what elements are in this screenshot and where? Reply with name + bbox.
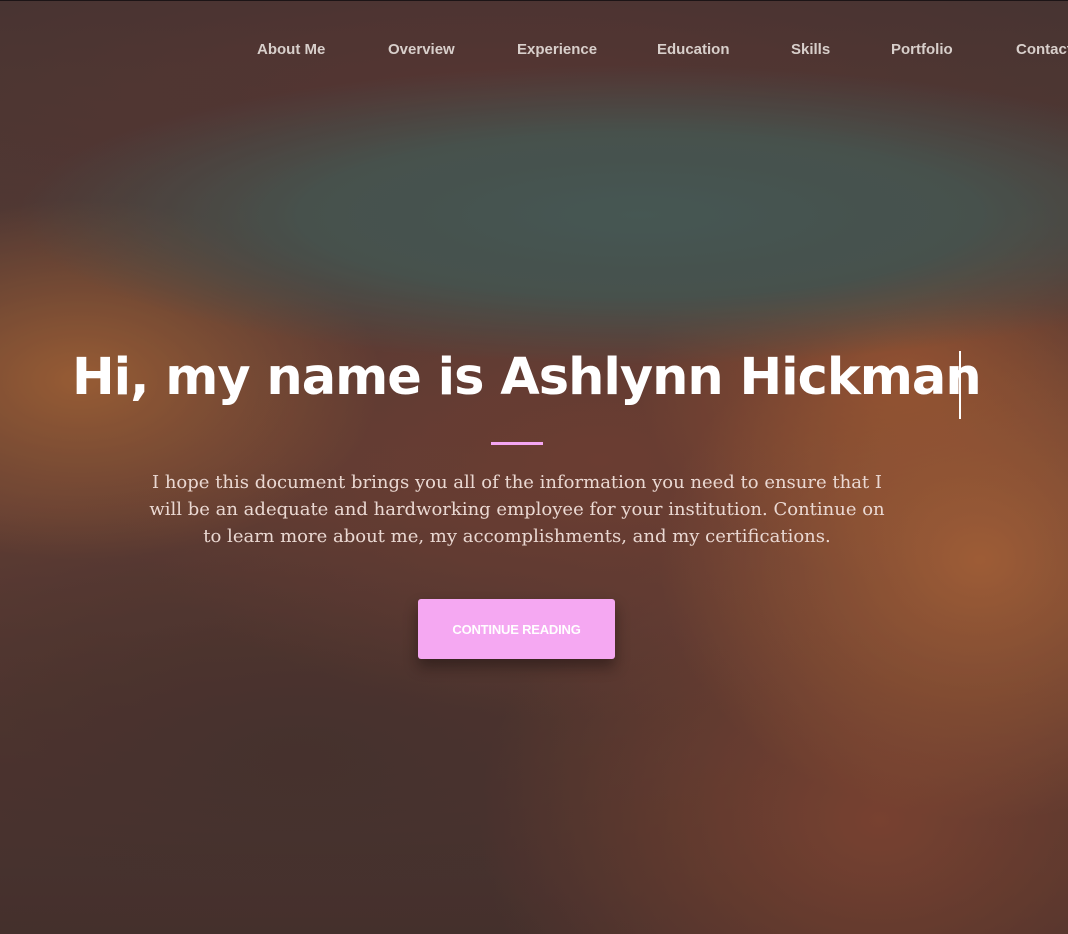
hero-intro-text: I hope this document brings you all of t… — [149, 472, 885, 547]
hero-headline: Hi, my name is Ashlynn Hickman — [72, 348, 982, 407]
nav-item-contact[interactable]: Contact — [1016, 41, 1068, 58]
top-border — [0, 0, 1068, 1]
continue-reading-button[interactable]: CONTINUE READING — [418, 599, 615, 659]
accent-divider — [491, 442, 543, 445]
typing-cursor — [959, 351, 961, 419]
nav-item-overview[interactable]: Overview — [388, 41, 455, 58]
nav-item-education[interactable]: Education — [657, 41, 730, 58]
hero-section: About Me Overview Experience Education S… — [0, 0, 1068, 934]
nav-item-portfolio[interactable]: Portfolio — [891, 41, 953, 58]
nav-item-about-me[interactable]: About Me — [257, 41, 325, 58]
main-nav: About Me Overview Experience Education S… — [0, 41, 1068, 63]
nav-item-experience[interactable]: Experience — [517, 41, 597, 58]
nav-item-skills[interactable]: Skills — [791, 41, 830, 58]
